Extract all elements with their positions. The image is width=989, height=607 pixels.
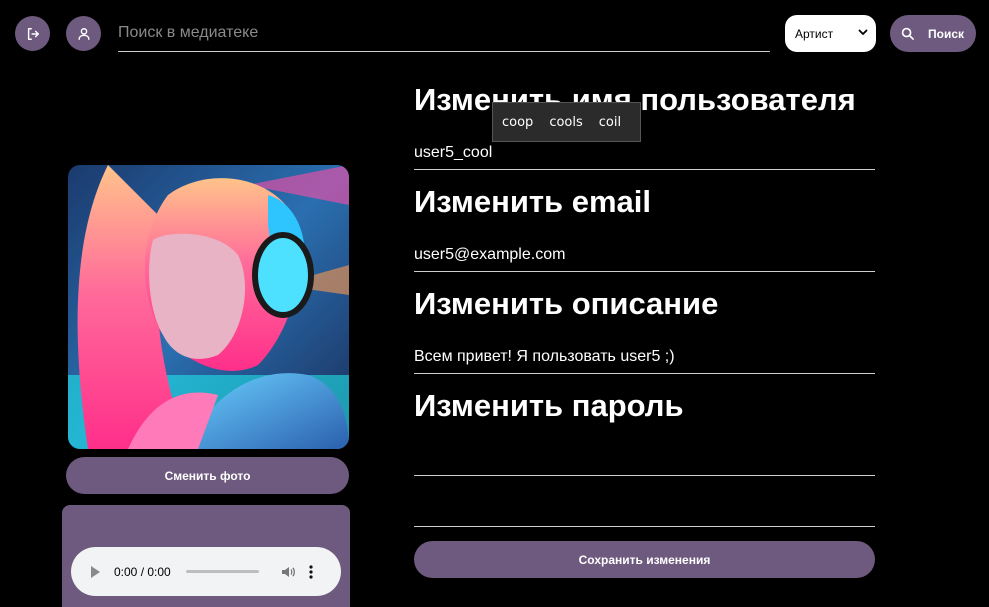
logout-icon	[27, 27, 39, 40]
search-button[interactable]: Поиск	[890, 15, 976, 52]
audio-player[interactable]: 0:00 / 0:00	[71, 547, 341, 596]
username-input[interactable]	[414, 137, 875, 169]
change-photo-button[interactable]: Сменить фото	[66, 457, 349, 494]
password-confirm-field	[414, 494, 875, 527]
profile-photo	[68, 165, 349, 449]
username-field	[414, 137, 875, 170]
description-field	[414, 341, 875, 374]
profile-button[interactable]	[66, 16, 101, 51]
password-section-title: Изменить пароль	[414, 388, 684, 423]
search-button-label: Поиск	[928, 26, 965, 41]
suggestion-item[interactable]: coil	[591, 115, 629, 130]
email-section-title: Изменить email	[414, 184, 651, 219]
audio-progress-bar[interactable]	[185, 570, 259, 573]
suggestion-item[interactable]: coop	[493, 115, 541, 130]
chevron-down-icon	[858, 29, 868, 35]
save-changes-label: Сохранить изменения	[578, 552, 711, 567]
email-input[interactable]	[414, 239, 875, 271]
description-section-title: Изменить описание	[414, 286, 719, 321]
search-input[interactable]	[118, 16, 770, 50]
audio-panel: 0:00 / 0:00	[62, 505, 350, 607]
audio-time: 0:00 / 0:00	[114, 564, 171, 579]
password-confirm-input[interactable]	[414, 494, 875, 526]
spellcheck-suggestions: coop cools coil	[492, 102, 641, 142]
search-icon	[901, 27, 914, 40]
suggestion-item[interactable]: cools	[541, 115, 590, 130]
save-changes-button[interactable]: Сохранить изменения	[414, 541, 875, 578]
change-photo-label: Сменить фото	[164, 468, 251, 483]
more-options-icon[interactable]	[309, 564, 313, 579]
user-icon	[77, 27, 90, 40]
logout-button[interactable]	[15, 16, 50, 51]
search-filter-select[interactable]: Артист	[785, 15, 876, 52]
search-filter-value: Артист	[795, 26, 834, 41]
volume-icon[interactable]	[281, 565, 295, 579]
email-field	[414, 239, 875, 272]
password-input[interactable]	[414, 443, 875, 475]
description-input[interactable]	[414, 341, 875, 373]
search-bar	[118, 16, 770, 52]
play-icon[interactable]	[91, 565, 100, 578]
password-field	[414, 443, 875, 476]
